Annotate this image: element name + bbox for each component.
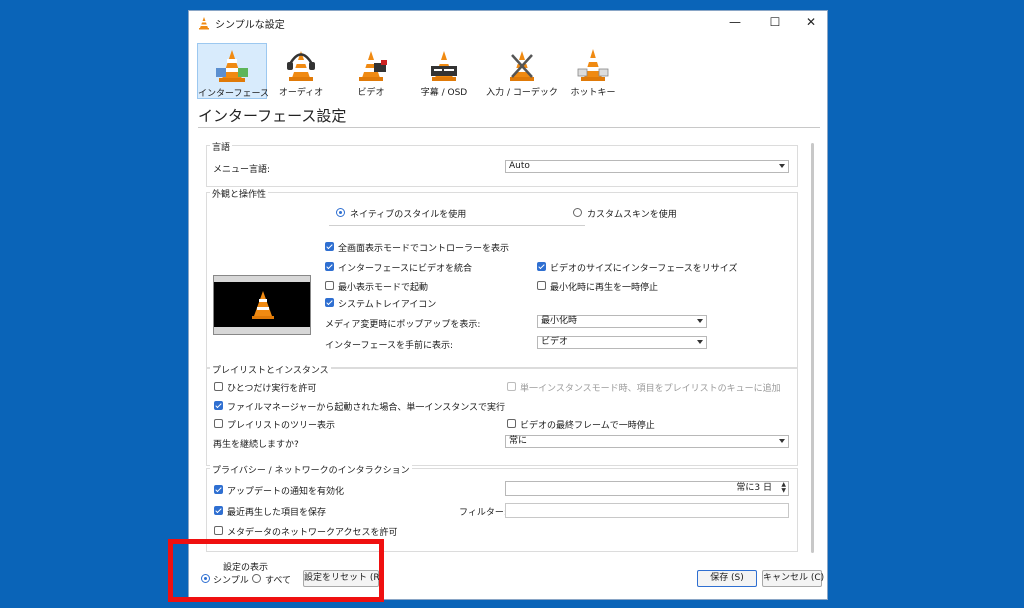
resize-interface-label: ビデオのサイズにインターフェースをリサイズ xyxy=(550,264,738,274)
settings-scrollbar[interactable] xyxy=(811,143,814,553)
window-title: シンプルな設定 xyxy=(215,20,285,31)
minimal-mode-checkbox[interactable] xyxy=(325,281,334,290)
fullscreen-controller-label: 全画面表示モードでコントローラーを表示 xyxy=(338,244,510,254)
native-style-label: ネイティブのスタイルを使用 xyxy=(350,210,467,220)
playlist-group-title: プレイリストとインスタンス xyxy=(210,363,331,376)
continue-playback-label: 再生を継続しますか? xyxy=(213,440,299,450)
file-manager-instance-label: ファイルマネージャーから起動された場合、単一インスタンスで実行 xyxy=(227,403,506,413)
raise-interface-select[interactable]: ビデオ xyxy=(537,336,707,349)
radio-divider xyxy=(329,225,585,226)
preferences-window: シンプルな設定 — ☐ ✕ インターフェース オーディオ ビデオ 字幕 / OS… xyxy=(188,10,828,600)
video-cone-icon xyxy=(359,51,387,81)
language-group-title: 言語 xyxy=(210,140,233,153)
appearance-group-title: 外観と操作性 xyxy=(210,187,269,200)
playlist-tree-label: プレイリストのツリー表示 xyxy=(227,421,336,431)
save-recent-label: 最近再生した項目を保存 xyxy=(227,508,327,518)
menu-language-label: メニュー言語: xyxy=(213,165,271,175)
one-instance-label: ひとつだけ実行を許可 xyxy=(227,384,317,394)
enqueue-checkbox[interactable] xyxy=(507,382,516,391)
tab-interface-label: インターフェース xyxy=(198,89,270,99)
heading-divider xyxy=(198,127,820,128)
filter-label: フィルター: xyxy=(459,508,507,518)
tab-video-label: ビデオ xyxy=(357,88,385,98)
interface-preview-image xyxy=(213,275,311,335)
file-manager-instance-checkbox[interactable] xyxy=(214,401,223,410)
spin-arrows-icon[interactable]: ▲ ▼ xyxy=(781,482,786,494)
hotkey-cone-icon xyxy=(577,49,609,81)
metadata-network-checkbox[interactable] xyxy=(214,526,223,535)
tab-input-codecs-label: 入力 / コーデック xyxy=(486,88,558,98)
pause-last-frame-checkbox[interactable] xyxy=(507,419,516,428)
title-bar: シンプルな設定 — ☐ ✕ xyxy=(189,11,827,35)
cancel-button[interactable]: キャンセル (C) xyxy=(762,570,824,587)
systray-checkbox[interactable] xyxy=(325,298,334,307)
update-interval-value: 常に3 日 xyxy=(736,483,772,493)
tab-input-codecs[interactable]: 入力 / コーデック xyxy=(481,43,563,99)
fullscreen-controller-checkbox[interactable] xyxy=(325,242,334,251)
tab-hotkeys-label: ホットキー xyxy=(570,88,616,98)
chevron-down-icon xyxy=(779,164,785,168)
chevron-down-icon xyxy=(779,439,785,443)
input-codec-cone-icon xyxy=(510,51,534,81)
raise-interface-value: ビデオ xyxy=(541,337,569,347)
tab-audio[interactable]: オーディオ xyxy=(269,43,333,99)
save-recent-checkbox[interactable] xyxy=(214,506,223,515)
tab-hotkeys[interactable]: ホットキー xyxy=(561,43,625,99)
update-notify-checkbox[interactable] xyxy=(214,485,223,494)
update-interval-spinbox[interactable]: 常に3 日 ▲ ▼ xyxy=(505,481,789,496)
minimize-button[interactable]: — xyxy=(715,11,755,35)
resize-interface-checkbox[interactable] xyxy=(537,262,546,271)
popup-value: 最小化時 xyxy=(541,316,578,326)
close-button[interactable]: ✕ xyxy=(791,11,827,35)
pause-minimized-label: 最小化時に再生を一時停止 xyxy=(550,283,659,293)
vlc-cone-icon xyxy=(199,17,209,30)
tab-video[interactable]: ビデオ xyxy=(339,43,403,99)
menu-language-value: Auto xyxy=(509,161,530,171)
pause-last-frame-label: ビデオの最終フレームで一時停止 xyxy=(520,421,655,431)
continue-playback-select[interactable]: 常に xyxy=(505,435,789,448)
popup-select[interactable]: 最小化時 xyxy=(537,315,707,328)
metadata-network-label: メタデータのネットワークアクセスを許可 xyxy=(227,528,398,538)
tab-audio-label: オーディオ xyxy=(278,88,324,98)
vlc-cone-icon xyxy=(252,291,274,319)
integrate-video-label: インターフェースにビデオを統合 xyxy=(338,264,473,274)
systray-label: システムトレイアイコン xyxy=(338,300,437,310)
chevron-down-icon xyxy=(697,319,703,323)
continue-playback-value: 常に xyxy=(509,436,528,446)
custom-skin-radio[interactable] xyxy=(573,208,582,217)
popup-label: メディア変更時にポップアップを表示: xyxy=(325,320,481,330)
minimal-mode-label: 最小表示モードで起動 xyxy=(338,283,429,293)
menu-language-select[interactable]: Auto xyxy=(505,160,789,173)
category-toolbar: インターフェース オーディオ ビデオ 字幕 / OSD 入力 / コーデック ホ… xyxy=(189,43,827,101)
privacy-group-title: プライバシー / ネットワークのインタラクション xyxy=(210,463,412,476)
custom-skin-label: カスタムスキンを使用 xyxy=(587,210,677,220)
maximize-button[interactable]: ☐ xyxy=(755,11,795,35)
one-instance-checkbox[interactable] xyxy=(214,382,223,391)
filter-input[interactable] xyxy=(505,503,789,518)
enqueue-label: 単一インスタンスモード時、項目をプレイリストのキューに追加 xyxy=(520,384,781,394)
update-notify-label: アップデートの通知を有効化 xyxy=(227,487,345,497)
integrate-video-checkbox[interactable] xyxy=(325,262,334,271)
native-style-radio[interactable] xyxy=(336,208,345,217)
interface-cone-icon xyxy=(216,50,248,82)
raise-interface-label: インターフェースを手前に表示: xyxy=(325,341,454,351)
subtitle-cone-icon xyxy=(431,51,457,81)
audio-headphones-cone-icon xyxy=(287,51,315,81)
pause-minimized-checkbox[interactable] xyxy=(537,281,546,290)
playlist-tree-checkbox[interactable] xyxy=(214,419,223,428)
tab-subtitles[interactable]: 字幕 / OSD xyxy=(411,43,477,99)
save-button[interactable]: 保存 (S) xyxy=(697,570,757,587)
tab-interface[interactable]: インターフェース xyxy=(197,43,270,99)
red-highlight-box xyxy=(168,539,384,602)
page-title: インターフェース設定 xyxy=(198,107,347,125)
tab-subtitles-label: 字幕 / OSD xyxy=(420,88,468,98)
chevron-down-icon xyxy=(697,340,703,344)
